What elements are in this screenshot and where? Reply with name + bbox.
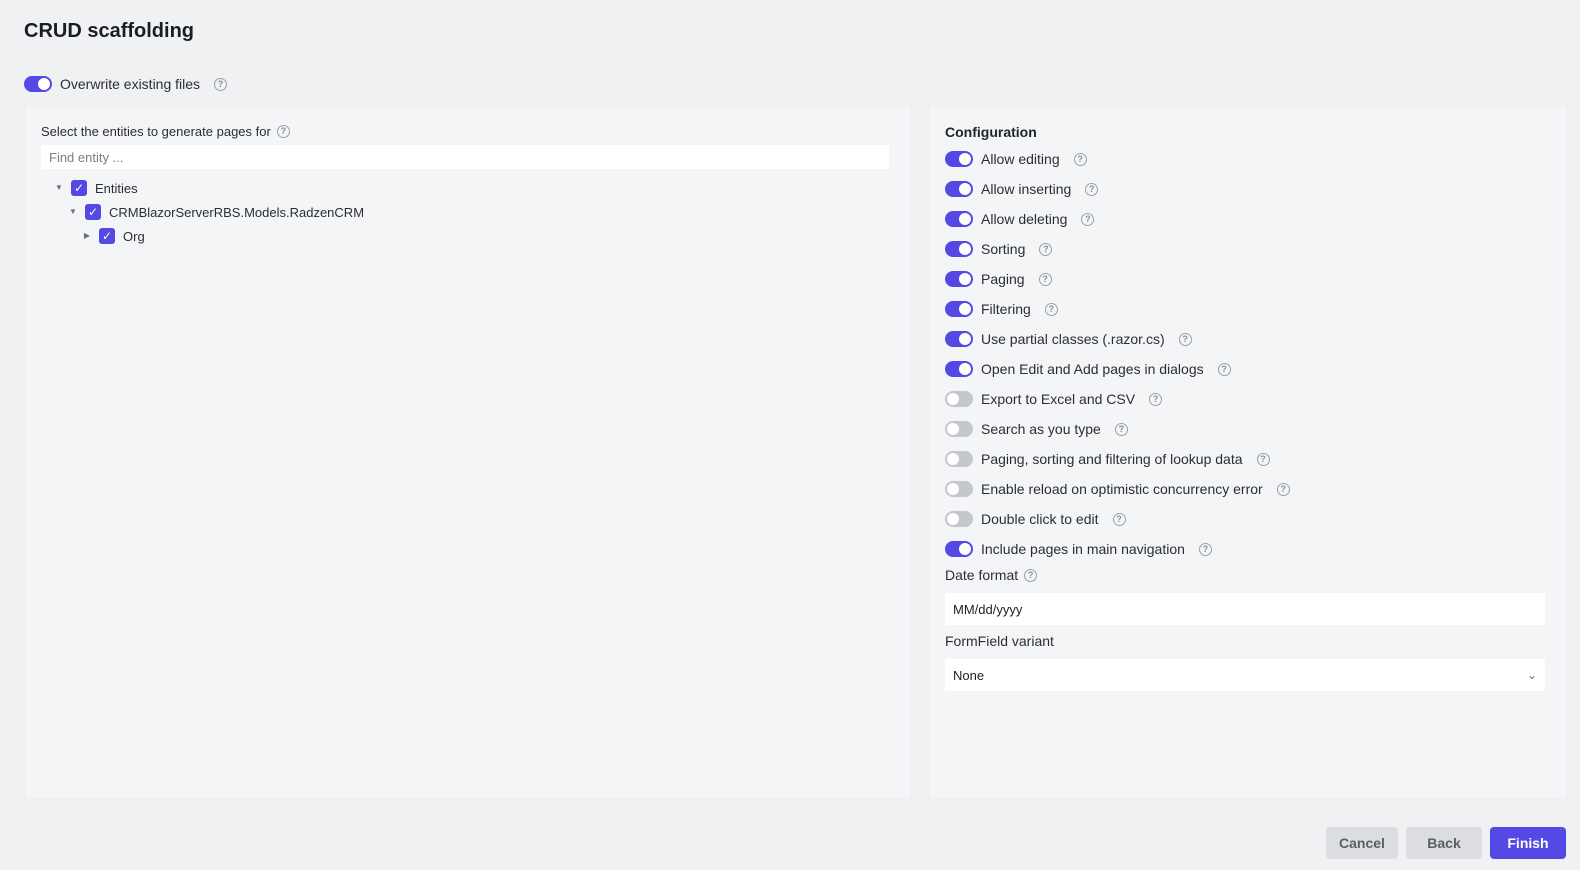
help-icon[interactable]: ? bbox=[1073, 152, 1087, 166]
tree-node-radzencrm[interactable]: ▼ ✓ CRMBlazorServerRBS.Models.RadzenCRM bbox=[69, 204, 364, 220]
help-icon[interactable]: ? bbox=[1024, 568, 1038, 582]
filtering-toggle[interactable] bbox=[945, 301, 973, 317]
cancel-button[interactable]: Cancel bbox=[1326, 827, 1398, 859]
allow-inserting-toggle[interactable] bbox=[945, 181, 973, 197]
formfield-variant-label-row: FormField variant bbox=[945, 633, 1054, 649]
dialogs-toggle[interactable] bbox=[945, 361, 973, 377]
option-label: Sorting bbox=[981, 241, 1026, 257]
help-icon[interactable]: ? bbox=[1112, 512, 1126, 526]
help-icon[interactable]: ? bbox=[1044, 302, 1058, 316]
option-label: Filtering bbox=[981, 301, 1031, 317]
finish-button[interactable]: Finish bbox=[1490, 827, 1566, 859]
option-label: Include pages in main navigation bbox=[981, 541, 1185, 557]
option-allow-deleting: Allow deleting ? bbox=[945, 211, 1095, 227]
option-allow-inserting: Allow inserting ? bbox=[945, 181, 1099, 197]
help-icon[interactable]: ? bbox=[1039, 242, 1053, 256]
overwrite-toggle[interactable] bbox=[24, 76, 52, 92]
option-label: Allow deleting bbox=[981, 211, 1068, 227]
option-lookup-data: Paging, sorting and filtering of lookup … bbox=[945, 451, 1270, 467]
entities-panel: Select the entities to generate pages fo… bbox=[24, 106, 912, 799]
option-label: Allow inserting bbox=[981, 181, 1072, 197]
date-format-label-row: Date format ? bbox=[945, 567, 1038, 583]
tree-node-org[interactable]: ▶ ✓ Org bbox=[83, 228, 145, 244]
entities-label-row: Select the entities to generate pages fo… bbox=[41, 124, 290, 139]
entities-label: Select the entities to generate pages fo… bbox=[41, 124, 271, 139]
option-label: Enable reload on optimistic concurrency … bbox=[981, 481, 1263, 497]
tree-node-label: Org bbox=[123, 228, 145, 244]
concurrency-toggle[interactable] bbox=[945, 481, 973, 497]
allow-deleting-toggle[interactable] bbox=[945, 211, 973, 227]
caret-down-icon[interactable]: ▼ bbox=[55, 184, 63, 192]
help-icon[interactable]: ? bbox=[1276, 482, 1290, 496]
help-icon[interactable]: ? bbox=[1217, 362, 1231, 376]
option-label: Search as you type bbox=[981, 421, 1101, 437]
formfield-variant-select[interactable]: None ⌄ bbox=[945, 659, 1545, 691]
option-label: Export to Excel and CSV bbox=[981, 391, 1136, 407]
page-title: CRUD scaffolding bbox=[24, 20, 194, 42]
option-allow-editing: Allow editing ? bbox=[945, 151, 1087, 167]
option-label: Use partial classes (.razor.cs) bbox=[981, 331, 1165, 347]
option-label: Open Edit and Add pages in dialogs bbox=[981, 361, 1204, 377]
help-icon[interactable]: ? bbox=[1198, 542, 1212, 556]
option-export: Export to Excel and CSV ? bbox=[945, 391, 1163, 407]
help-icon[interactable]: ? bbox=[1081, 212, 1095, 226]
option-main-navigation: Include pages in main navigation ? bbox=[945, 541, 1212, 557]
checkbox-checked-icon[interactable]: ✓ bbox=[99, 228, 115, 244]
search-as-you-type-toggle[interactable] bbox=[945, 421, 973, 437]
option-sorting: Sorting ? bbox=[945, 241, 1053, 257]
date-format-label: Date format bbox=[945, 567, 1019, 583]
export-toggle[interactable] bbox=[945, 391, 973, 407]
formfield-variant-value: None bbox=[953, 667, 985, 683]
paging-toggle[interactable] bbox=[945, 271, 973, 287]
sorting-toggle[interactable] bbox=[945, 241, 973, 257]
help-icon[interactable]: ? bbox=[1038, 272, 1052, 286]
option-search-as-you-type: Search as you type ? bbox=[945, 421, 1128, 437]
allow-editing-toggle[interactable] bbox=[945, 151, 973, 167]
checkbox-checked-icon[interactable]: ✓ bbox=[85, 204, 101, 220]
help-icon[interactable]: ? bbox=[1149, 392, 1163, 406]
configuration-panel: Configuration Allow editing ? Allow inse… bbox=[928, 106, 1568, 799]
option-label: Paging, sorting and filtering of lookup … bbox=[981, 451, 1243, 467]
option-paging: Paging ? bbox=[945, 271, 1052, 287]
main-navigation-toggle[interactable] bbox=[945, 541, 973, 557]
help-icon[interactable]: ? bbox=[1178, 332, 1192, 346]
chevron-down-icon: ⌄ bbox=[1526, 668, 1537, 682]
help-icon[interactable]: ? bbox=[1256, 452, 1270, 466]
date-format-input[interactable] bbox=[945, 593, 1545, 625]
tree-node-label: CRMBlazorServerRBS.Models.RadzenCRM bbox=[109, 204, 365, 220]
double-click-toggle[interactable] bbox=[945, 511, 973, 527]
overwrite-label: Overwrite existing files bbox=[60, 76, 201, 92]
option-filtering: Filtering ? bbox=[945, 301, 1058, 317]
overwrite-row: Overwrite existing files ? bbox=[24, 76, 228, 92]
find-entity-input[interactable] bbox=[41, 145, 889, 169]
configuration-title: Configuration bbox=[945, 124, 1037, 140]
back-button[interactable]: Back bbox=[1406, 827, 1482, 859]
option-label: Double click to edit bbox=[981, 511, 1099, 527]
help-icon[interactable]: ? bbox=[214, 77, 228, 91]
tree-node-entities[interactable]: ▼ ✓ Entities bbox=[55, 180, 138, 196]
option-dialogs: Open Edit and Add pages in dialogs ? bbox=[945, 361, 1231, 377]
help-icon[interactable]: ? bbox=[1085, 182, 1099, 196]
checkbox-checked-icon[interactable]: ✓ bbox=[71, 180, 87, 196]
help-icon[interactable]: ? bbox=[1114, 422, 1128, 436]
tree-node-label: Entities bbox=[95, 180, 138, 196]
caret-right-icon[interactable]: ▶ bbox=[83, 232, 91, 240]
option-label: Paging bbox=[981, 271, 1025, 287]
option-double-click: Double click to edit ? bbox=[945, 511, 1126, 527]
help-icon[interactable]: ? bbox=[276, 125, 290, 138]
caret-down-icon[interactable]: ▼ bbox=[69, 208, 77, 216]
partial-classes-toggle[interactable] bbox=[945, 331, 973, 347]
formfield-variant-label: FormField variant bbox=[945, 633, 1054, 649]
option-concurrency: Enable reload on optimistic concurrency … bbox=[945, 481, 1290, 497]
option-label: Allow editing bbox=[981, 151, 1060, 167]
option-partial-classes: Use partial classes (.razor.cs) ? bbox=[945, 331, 1192, 347]
lookup-data-toggle[interactable] bbox=[945, 451, 973, 467]
